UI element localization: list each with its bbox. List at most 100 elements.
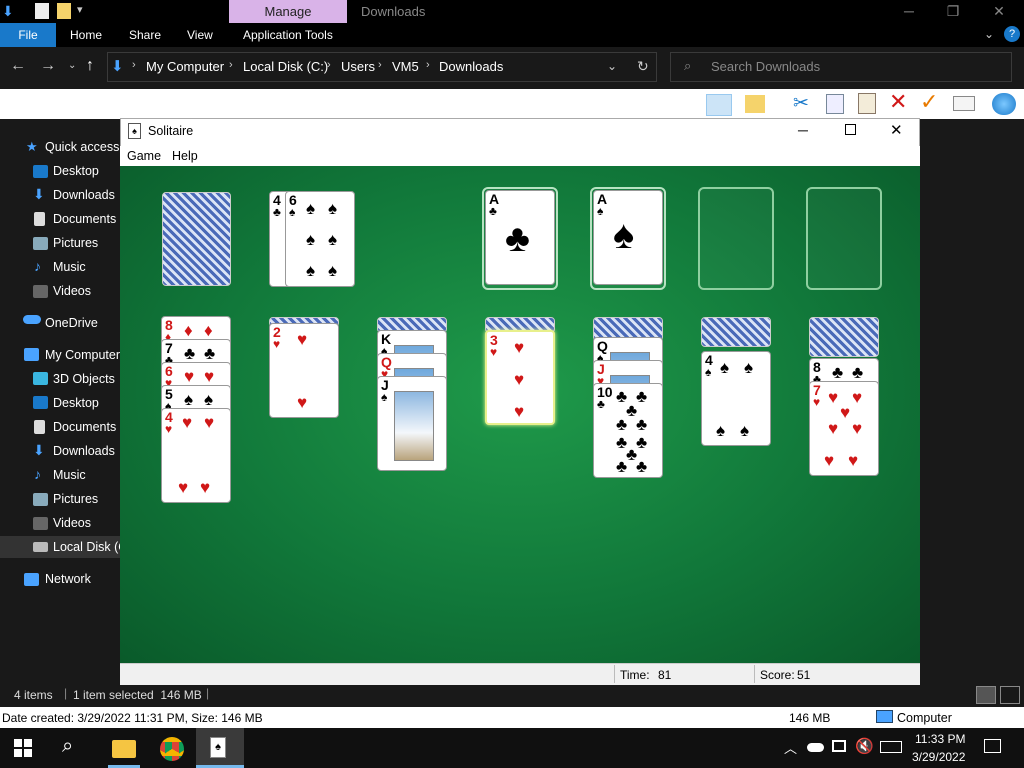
nav-3d-objects[interactable]: 3D Objects (53, 372, 115, 386)
tableau-5-card-3[interactable]: 10 ♣ ♣ ♣ ♣ ♣ ♣ ♣ ♣ ♣ ♣ ♣ (593, 383, 663, 478)
card-center-suit: ♣ (505, 218, 530, 260)
refresh-icon[interactable]: ↻ (637, 58, 649, 75)
tableau-2-card-1[interactable]: 2 ♥ ♥ ♥ (269, 323, 339, 418)
new-folder-icon[interactable] (57, 3, 71, 19)
clock-date[interactable]: 3/29/2022 (912, 750, 965, 764)
nav-my-computer[interactable]: My Computer (45, 348, 120, 362)
tableau-6-card-1[interactable]: 4 ♠ ♠ ♠ ♠ ♠ (701, 351, 771, 446)
nav-music-2[interactable]: Music (53, 468, 86, 482)
onedrive-icon[interactable] (807, 743, 824, 752)
nav-music[interactable]: Music (53, 260, 86, 274)
up-arrow-icon[interactable]: ↑ (86, 57, 94, 75)
forward-arrow-icon[interactable]: → (40, 57, 56, 75)
tableau-4-card-1[interactable]: 3 ♥ ♥ ♥ ♥ (485, 330, 555, 425)
download-icon[interactable]: ⬇ (2, 3, 16, 19)
solitaire-close-button[interactable]: ✕ (890, 121, 903, 139)
nav-videos-2[interactable]: Videos (53, 516, 91, 530)
cut-icon[interactable]: ✂ (793, 92, 809, 115)
properties-icon[interactable] (35, 3, 49, 19)
menu-game[interactable]: Game (127, 149, 161, 163)
clock-time[interactable]: 11:33 PM (915, 732, 965, 746)
tableau-1-card-5[interactable]: 4 ♥ ♥ ♥ ♥ ♥ (161, 408, 231, 503)
nav-videos[interactable]: Videos (53, 284, 91, 298)
nav-pictures[interactable]: Pictures (53, 236, 98, 250)
card-suit: ♣ (273, 205, 281, 219)
tab-view[interactable]: View (187, 23, 213, 47)
star-icon: ★ (26, 139, 38, 154)
tab-share[interactable]: Share (129, 23, 161, 47)
foundation-card-spades[interactable]: A ♠ ♠ (593, 190, 663, 285)
solitaire-maximize-button[interactable] (845, 124, 856, 135)
pip: ♥ (852, 419, 863, 438)
start-icon[interactable] (14, 739, 32, 757)
network-icon[interactable] (832, 740, 846, 752)
menu-help[interactable]: Help (172, 149, 198, 163)
ribbon-expand-icon[interactable]: ⌄ (984, 27, 994, 41)
breadcrumb-downloads[interactable]: Downloads (439, 59, 503, 74)
close-button[interactable]: ✕ (976, 0, 1022, 23)
paste-icon[interactable] (858, 93, 876, 114)
nav-desktop-2[interactable]: Desktop (53, 396, 99, 410)
address-dropdown-icon[interactable]: ⌄ (607, 59, 617, 73)
pip: ♣ (636, 457, 648, 476)
nav-local-disk[interactable]: Local Disk (C:) (53, 540, 120, 554)
layout-icon[interactable] (706, 94, 732, 116)
search-input[interactable]: Search Downloads (711, 59, 820, 74)
pip: ♠ (184, 390, 194, 409)
globe-icon[interactable] (992, 93, 1016, 115)
card-center-suit: ♠ (613, 213, 635, 257)
pip: ♥ (184, 367, 195, 386)
foundation-slot-4[interactable] (806, 187, 882, 290)
breadcrumb-separator-icon: › (378, 59, 382, 71)
file-explorer-icon[interactable] (112, 740, 136, 758)
nav-onedrive[interactable]: OneDrive (45, 316, 98, 330)
pip: ♥ (297, 393, 308, 412)
breadcrumb-local-disk[interactable]: Local Disk (C:) (243, 59, 328, 74)
foundation-slot-3[interactable] (698, 187, 774, 290)
recent-locations-icon[interactable]: ⌄ (68, 60, 76, 71)
nav-downloads-2[interactable]: Downloads (53, 444, 115, 458)
properties-icon[interactable] (953, 96, 975, 111)
customize-qat-icon[interactable]: ▾ (77, 3, 83, 16)
location-text: Computer (897, 711, 952, 725)
nav-downloads[interactable]: Downloads (53, 188, 115, 202)
keyboard-icon[interactable] (880, 741, 902, 753)
nav-documents-2[interactable]: Documents (53, 420, 116, 434)
search-icon[interactable]: ⌕ (62, 735, 73, 758)
solitaire-minimize-button[interactable]: ─ (798, 122, 808, 138)
rename-icon[interactable]: ✓ (920, 89, 938, 115)
pip: ♣ (852, 363, 864, 382)
tab-home[interactable]: Home (70, 23, 102, 47)
large-icons-view-icon[interactable] (1000, 686, 1020, 704)
nav-desktop[interactable]: Desktop (53, 164, 99, 178)
foundation-card-clubs[interactable]: A ♣ ♣ (485, 190, 555, 285)
manage-context-tab[interactable]: Manage (229, 0, 347, 23)
open-folder-icon[interactable] (745, 95, 765, 113)
tableau-7-card-2[interactable]: 7 ♥ ♥ ♥ ♥ ♥ ♥ ♥ ♥ (809, 381, 879, 476)
status-divider: | (206, 686, 210, 700)
breadcrumb-users[interactable]: Users (341, 59, 375, 74)
nav-documents[interactable]: Documents (53, 212, 116, 226)
delete-icon[interactable]: ✕ (889, 89, 907, 115)
breadcrumb-vm5[interactable]: VM5 (392, 59, 419, 74)
notifications-icon[interactable] (984, 739, 1001, 753)
show-hidden-icons[interactable]: ︿ (784, 738, 797, 757)
breadcrumb-my-computer[interactable]: My Computer (146, 59, 224, 74)
maximize-button[interactable]: ❐ (930, 0, 976, 23)
pip: ♥ (852, 388, 863, 407)
stock-pile[interactable] (162, 192, 231, 286)
copy-icon[interactable] (826, 94, 844, 114)
tableau-3-card-3[interactable]: J ♠ (377, 376, 447, 471)
help-icon[interactable]: ? (1004, 26, 1020, 42)
details-view-icon[interactable] (976, 686, 996, 704)
chrome-icon[interactable] (160, 737, 184, 761)
tab-application-tools[interactable]: Application Tools (243, 23, 333, 47)
nav-network[interactable]: Network (45, 572, 91, 586)
minimize-button[interactable]: ─ (886, 0, 932, 23)
volume-muted-icon[interactable]: 🔇 (855, 737, 874, 755)
nav-quick-access[interactable]: Quick access (45, 140, 119, 154)
tab-file[interactable]: File (0, 23, 56, 47)
nav-pictures-2[interactable]: Pictures (53, 492, 98, 506)
waste-card-top[interactable]: 6 ♠ ♠ ♠ ♠ ♠ ♠ ♠ (285, 191, 355, 287)
back-arrow-icon[interactable]: ← (10, 57, 26, 75)
